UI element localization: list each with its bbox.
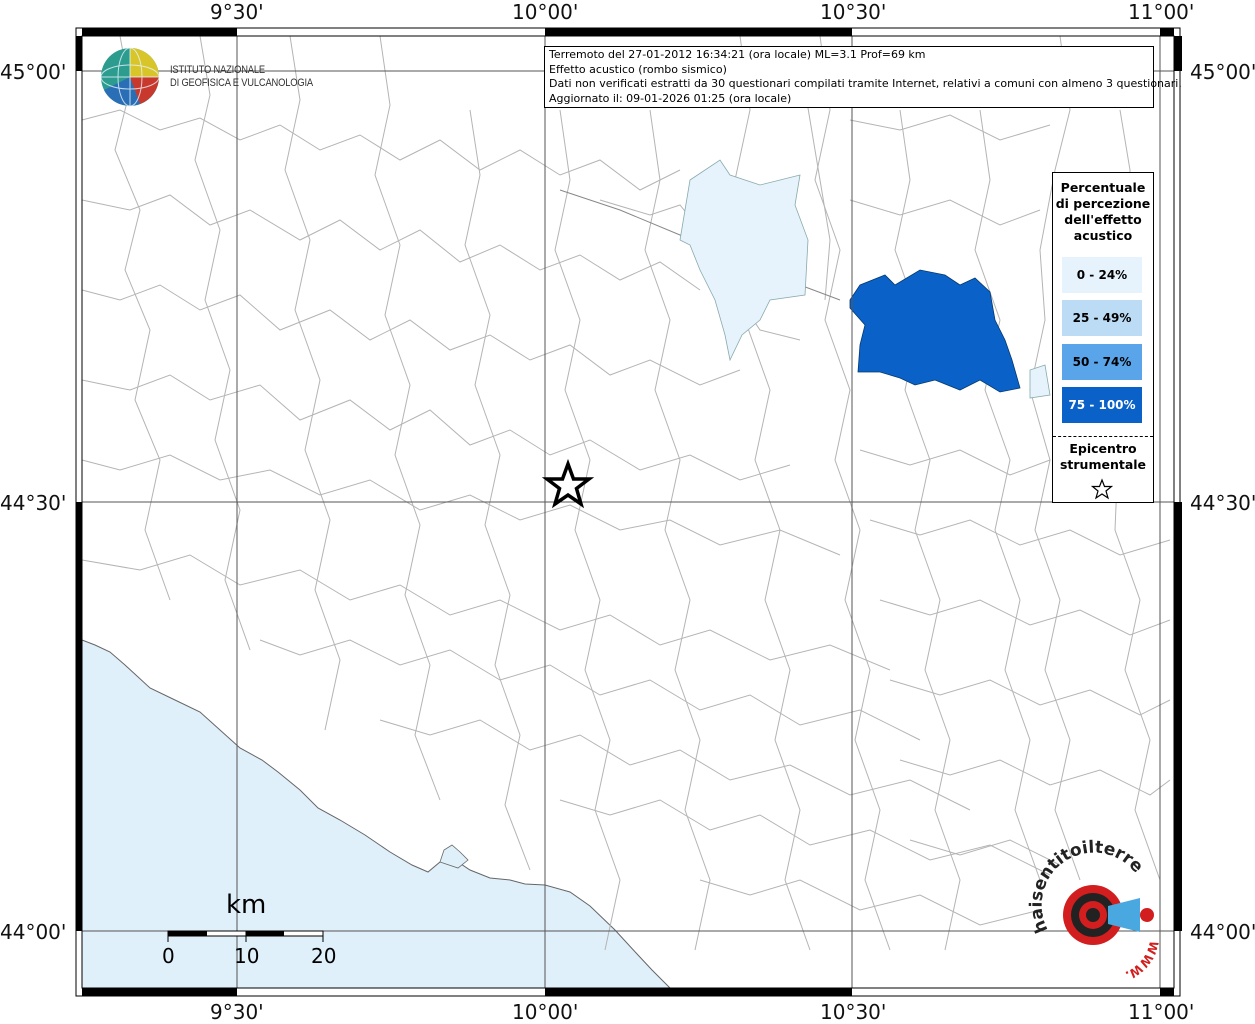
lon-label-bottom: 10°30' xyxy=(820,1000,887,1024)
legend-class-label: 75 - 100% xyxy=(1068,398,1136,412)
legend-class-label: 25 - 49% xyxy=(1072,311,1132,325)
scale-tick-label: 20 xyxy=(311,944,337,968)
lon-label-top: 10°00' xyxy=(512,0,579,24)
lat-label-right: 44°00' xyxy=(1190,920,1255,944)
lon-label-top: 9°30' xyxy=(210,0,264,24)
legend-epicenter-line: strumentale xyxy=(1059,457,1147,472)
legend-class-1: 25 - 49% xyxy=(1062,300,1142,336)
legend-class-2: 50 - 74% xyxy=(1062,344,1142,380)
lon-label-bottom: 11°00' xyxy=(1128,1000,1195,1024)
lat-label-right: 45°00' xyxy=(1190,60,1255,84)
lon-label-bottom: 9°30' xyxy=(210,1000,264,1024)
lon-label-top: 11°00' xyxy=(1128,0,1195,24)
lon-label-bottom: 10°00' xyxy=(512,1000,579,1024)
legend-class-3: 75 - 100% xyxy=(1062,387,1142,423)
legend-title: Percentuale di percezione dell'effetto a… xyxy=(1053,180,1153,244)
legend-title-line: acustico xyxy=(1073,228,1133,243)
ingv-logo-line: DI GEOFISICA E VULCANOLOGIA xyxy=(170,77,313,89)
ingv-logo-text: ISTITUTO NAZIONALE DI GEOFISICA E VULCAN… xyxy=(170,64,313,90)
legend-class-0: 0 - 24% xyxy=(1062,257,1142,293)
ingv-logo-icon xyxy=(100,47,160,107)
legend-divider xyxy=(1053,436,1153,437)
scale-tick-label: 0 xyxy=(162,944,175,968)
legend-class-label: 50 - 74% xyxy=(1072,355,1132,369)
scale-tick-label: 10 xyxy=(234,944,260,968)
lat-label-right: 44°30' xyxy=(1190,491,1255,515)
lon-label-top: 10°30' xyxy=(820,0,887,24)
event-effect: Effetto acustico (rombo sismico) xyxy=(549,62,727,76)
map-canvas[interactable]: haisentitoilterremoto.it WWW. xyxy=(0,0,1255,1024)
event-info-box: Terremoto del 27-01-2012 16:34:21 (ora l… xyxy=(544,46,1182,108)
legend: Percentuale di percezione dell'effetto a… xyxy=(1052,172,1154,503)
legend-title-line: di percezione xyxy=(1055,196,1151,211)
legend-star-icon xyxy=(1091,478,1113,500)
event-title: Terremoto del 27-01-2012 16:34:21 (ora l… xyxy=(549,48,926,61)
legend-title-line: Percentuale xyxy=(1060,180,1146,195)
event-updated: Aggiornato il: 09-01-2026 01:25 (ora loc… xyxy=(549,91,792,105)
ingv-logo-line: ISTITUTO NAZIONALE xyxy=(170,64,265,76)
lat-label-left: 44°00' xyxy=(0,920,67,944)
legend-epicenter-label: Epicentro strumentale xyxy=(1053,441,1153,473)
legend-class-label: 0 - 24% xyxy=(1076,268,1128,282)
lat-label-left: 44°30' xyxy=(0,491,67,515)
event-data-note: Dati non verificati estratti da 30 quest… xyxy=(549,77,1182,90)
legend-title-line: dell'effetto xyxy=(1064,212,1142,227)
legend-epicenter-line: Epicentro xyxy=(1069,441,1137,456)
lat-label-left: 45°00' xyxy=(0,60,67,84)
scale-unit: km xyxy=(226,890,267,920)
